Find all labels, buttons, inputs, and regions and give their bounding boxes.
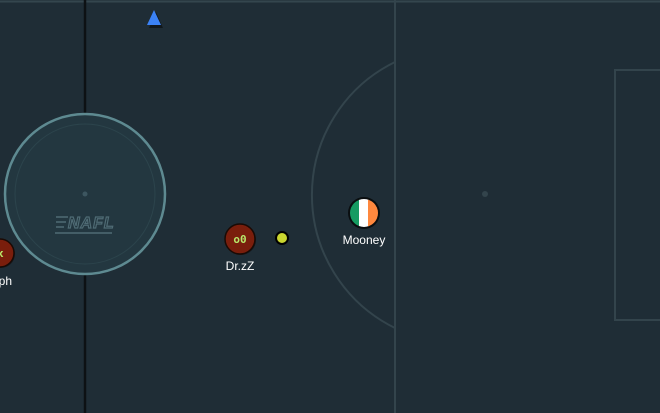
- player-avatar-text: x: [0, 247, 4, 260]
- player-dr-zz: o0 Dr.zZ: [224, 223, 256, 273]
- center-arc: [311, 61, 396, 329]
- logo-text: NAFL: [68, 215, 115, 232]
- player-name: Mooney: [343, 233, 386, 247]
- player-name: raph: [0, 274, 12, 288]
- ireland-flag-icon: [350, 199, 378, 227]
- center-spot: [482, 191, 488, 197]
- kickoff-spot: [82, 191, 88, 197]
- player-name: Dr.zZ: [226, 259, 255, 273]
- game-stage: NAFL x raph o0 Dr.zZ: [0, 0, 660, 413]
- player-avatar-text: o0: [233, 233, 246, 246]
- blue-triangle-marker-icon: [147, 10, 163, 28]
- pitch: NAFL x raph o0 Dr.zZ: [0, 0, 660, 413]
- ball: [275, 231, 289, 245]
- player-raph: x raph: [0, 238, 15, 288]
- player-mooney: Mooney: [343, 197, 386, 247]
- goal-area: [614, 69, 660, 321]
